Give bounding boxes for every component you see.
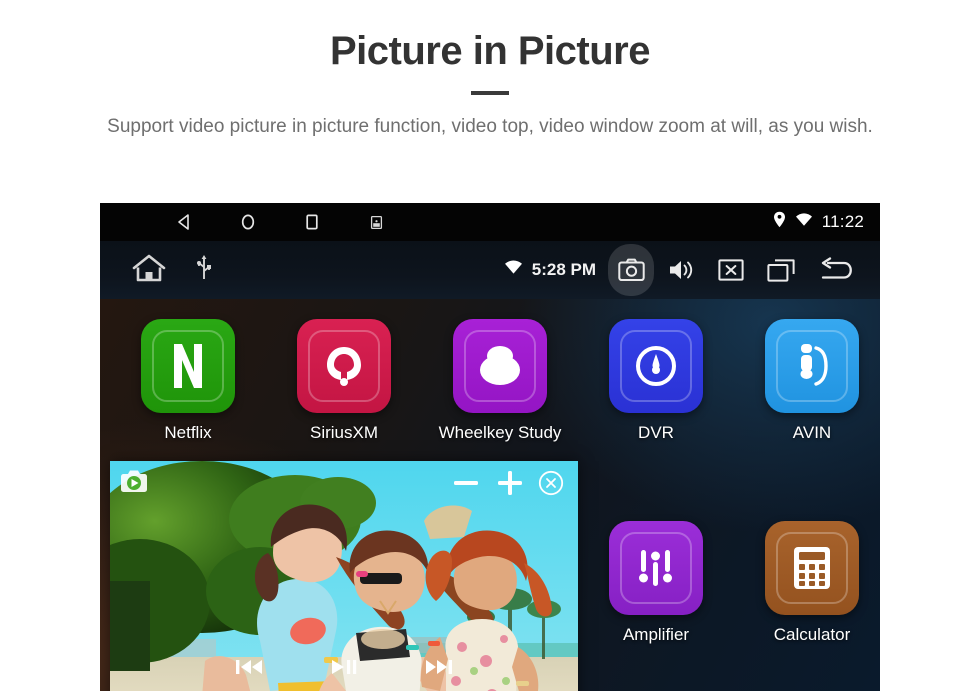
pip-zoom-out-button[interactable] xyxy=(450,467,482,504)
close-app-button[interactable] xyxy=(708,244,754,296)
car-bar-clock: 5:28 PM xyxy=(531,260,596,279)
app-tile[interactable]: Amplifier xyxy=(578,521,734,645)
car-bar-left xyxy=(100,253,212,288)
pip-window-controls xyxy=(450,467,564,504)
pip-zoom-in-button[interactable] xyxy=(494,467,526,504)
app-label: SiriusXM xyxy=(309,423,378,442)
app-label: DVR xyxy=(638,423,674,442)
back-icon[interactable] xyxy=(152,203,216,241)
app-label: Netflix xyxy=(164,423,212,442)
pip-window[interactable]: seicane xyxy=(110,461,578,691)
pip-previous-button[interactable] xyxy=(234,657,264,682)
app-tile[interactable]: DVR xyxy=(578,319,734,443)
back-button[interactable] xyxy=(808,244,866,296)
camera-play-badge-icon xyxy=(120,469,150,498)
device-screen: 11:22 5:28 PM Netflix SiriusXM Wheelkey … xyxy=(100,203,880,691)
volume-button[interactable] xyxy=(658,244,704,296)
siriusxm-icon[interactable] xyxy=(297,319,391,413)
app-label: Calculator xyxy=(773,625,851,644)
camera-button[interactable] xyxy=(608,244,654,296)
car-top-bar: 5:28 PM xyxy=(100,241,880,299)
pip-close-button[interactable] xyxy=(538,470,564,501)
app-tile[interactable]: Wheelkey Study xyxy=(422,319,578,443)
status-bar-clock: 11:22 xyxy=(821,212,864,231)
windows-stack-icon xyxy=(767,258,795,282)
page-header: Picture in Picture Support video picture… xyxy=(0,0,980,142)
avin-icon[interactable] xyxy=(765,319,859,413)
android-status-bar: 11:22 xyxy=(100,203,880,241)
dvr-icon[interactable] xyxy=(609,319,703,413)
status-bar-right: 11:22 xyxy=(773,203,864,241)
amplifier-icon[interactable] xyxy=(609,521,703,615)
pip-playback-controls xyxy=(110,657,578,682)
home-icon[interactable] xyxy=(132,253,166,288)
speaker-icon xyxy=(669,261,692,279)
launcher-desktop: Netflix SiriusXM Wheelkey Study DVR AVIN Ampl… xyxy=(100,299,880,691)
wifi-icon xyxy=(504,260,523,280)
app-tile[interactable]: Calculator xyxy=(734,521,880,645)
pip-play-pause-button[interactable] xyxy=(330,657,358,682)
recent-apps-button[interactable] xyxy=(758,244,804,296)
wifi-icon xyxy=(795,212,813,232)
usb-icon xyxy=(196,254,212,287)
app-label: AVIN xyxy=(792,423,832,442)
recents-square-icon[interactable] xyxy=(280,203,344,241)
pip-next-button[interactable] xyxy=(424,657,454,682)
back-arrow-icon xyxy=(821,257,852,279)
screenshot-icon[interactable] xyxy=(344,203,408,241)
app-tile[interactable]: Netflix xyxy=(110,319,266,443)
title-divider xyxy=(471,91,509,95)
home-circle-icon[interactable] xyxy=(216,203,280,241)
page-title: Picture in Picture xyxy=(330,29,650,73)
android-nav-icons xyxy=(100,203,408,241)
car-bar-right: 5:28 PM xyxy=(504,241,866,299)
camera-icon xyxy=(617,258,645,281)
app-label: Wheelkey Study xyxy=(438,423,562,442)
location-pin-icon xyxy=(773,211,786,233)
app-tile[interactable]: SiriusXM xyxy=(266,319,422,443)
calculator-icon[interactable] xyxy=(765,521,859,615)
wheelkey-icon[interactable] xyxy=(453,319,547,413)
close-box-icon xyxy=(718,259,744,281)
app-tile[interactable]: AVIN xyxy=(734,319,880,443)
netflix-icon[interactable] xyxy=(141,319,235,413)
app-label: Amplifier xyxy=(622,625,690,644)
page-subtitle: Support video picture in picture functio… xyxy=(107,116,873,137)
